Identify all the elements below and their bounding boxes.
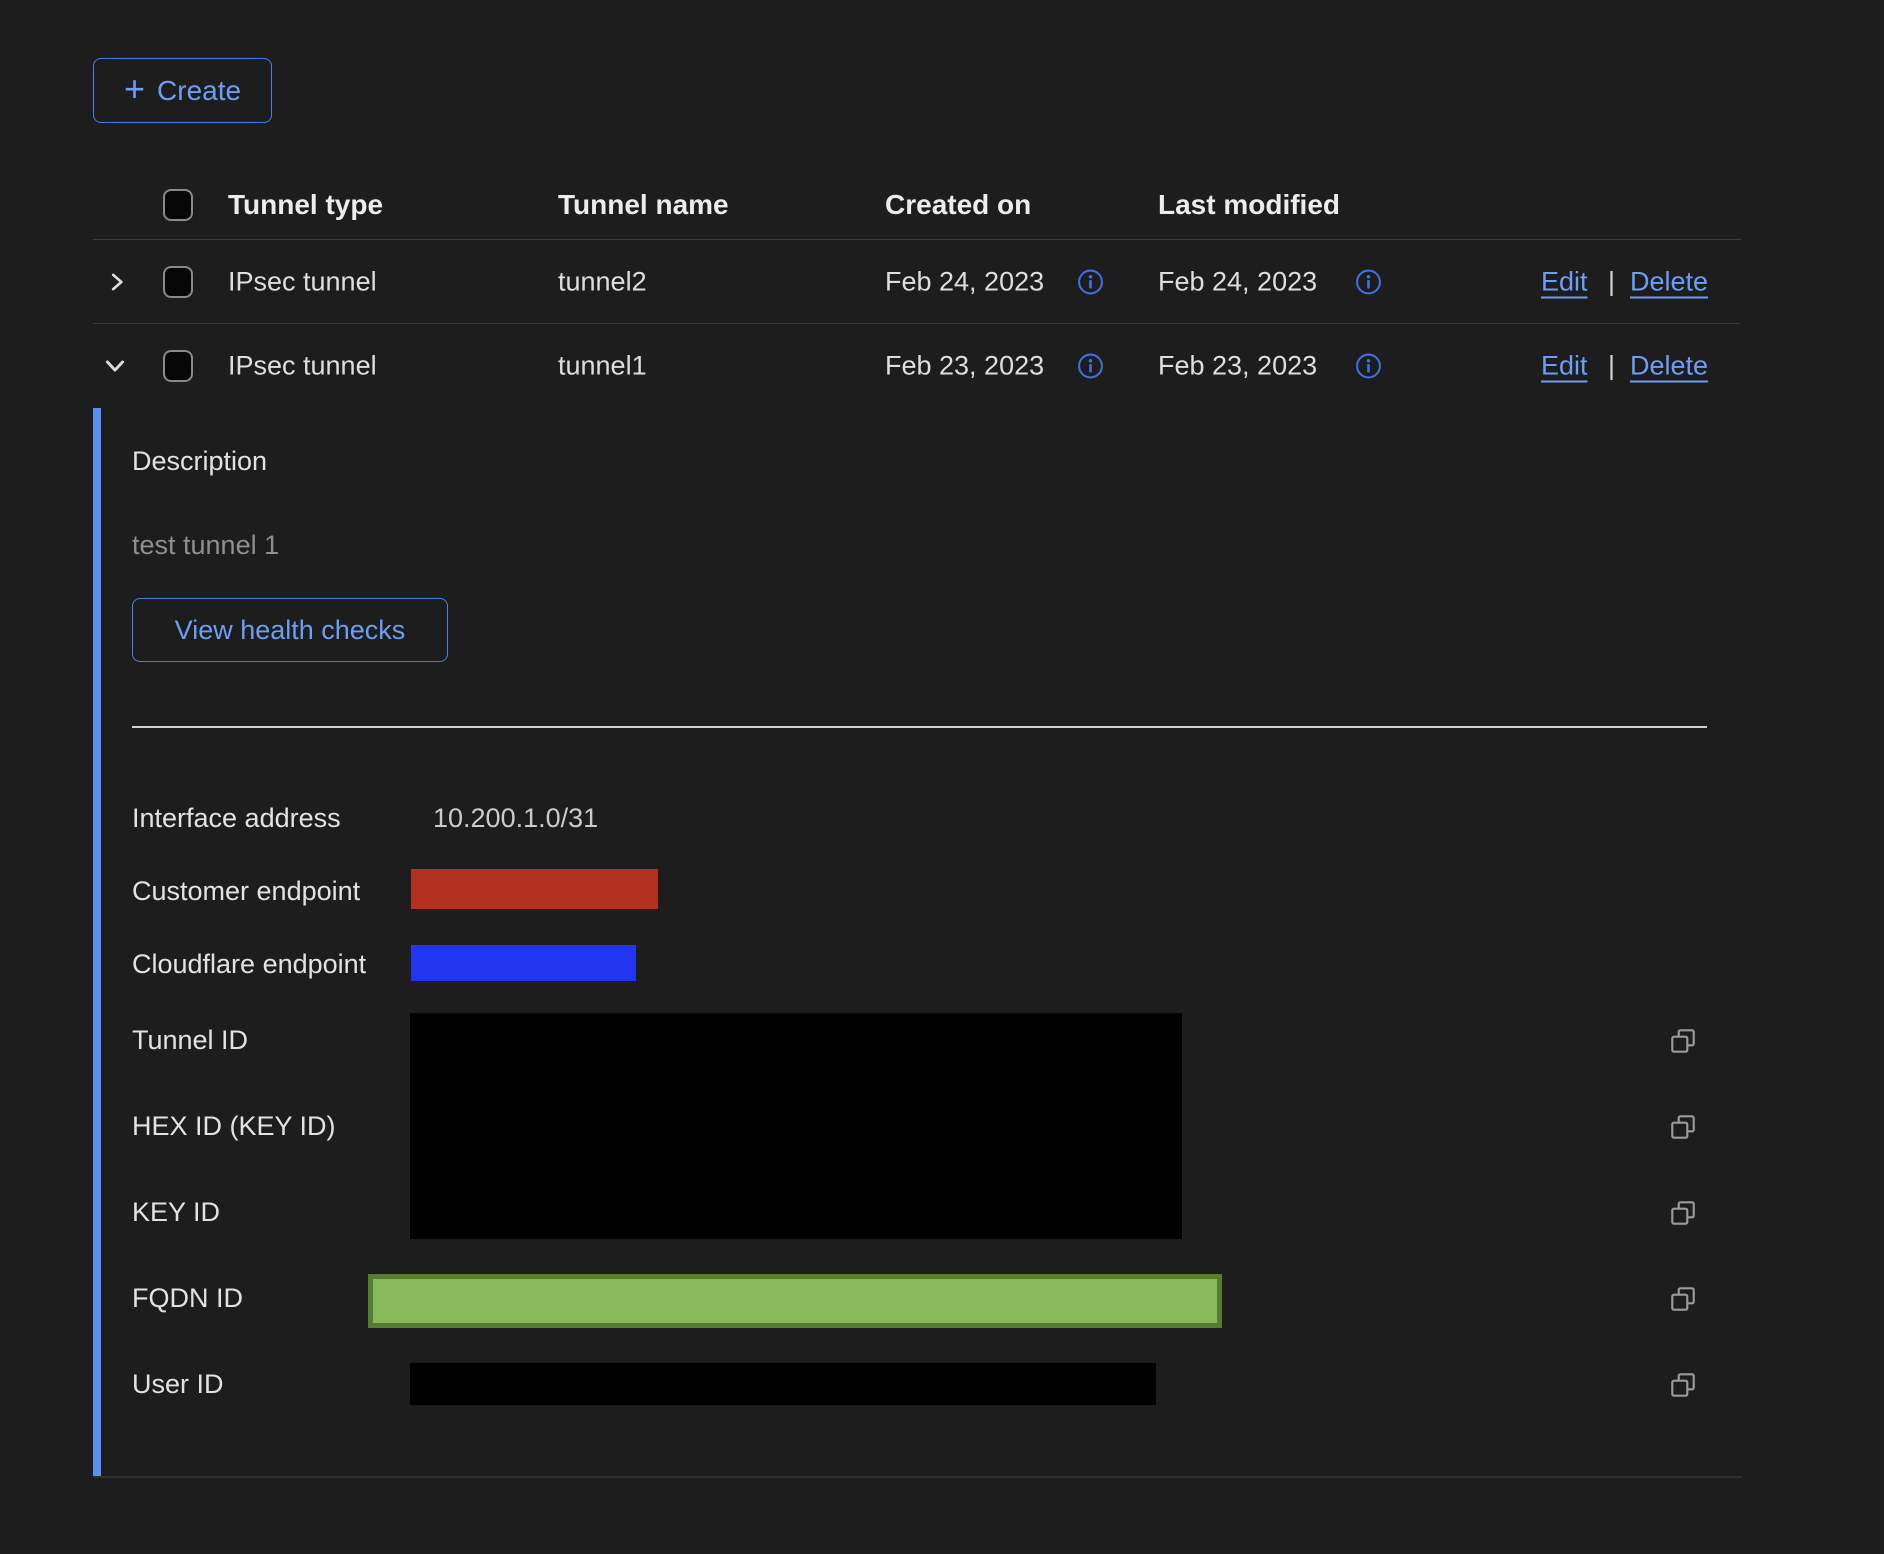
user-id-label: User ID xyxy=(132,1369,224,1400)
table-header-row: Tunnel type Tunnel name Created on Last … xyxy=(93,170,1741,240)
create-button[interactable]: + Create xyxy=(93,58,272,123)
hex-id-label: HEX ID (KEY ID) xyxy=(132,1111,336,1142)
section-divider xyxy=(132,726,1707,728)
customer-endpoint-redacted-value xyxy=(411,869,658,909)
cloudflare-endpoint-redacted-value xyxy=(411,945,636,981)
tunnel-name-cell: tunnel2 xyxy=(558,267,647,298)
created-on-cell: Feb 24, 2023 xyxy=(885,267,1044,298)
collapse-chevron-down-icon[interactable] xyxy=(102,353,128,379)
info-icon[interactable] xyxy=(1077,353,1104,380)
created-on-cell: Feb 23, 2023 xyxy=(885,351,1044,382)
description-label: Description xyxy=(132,446,267,477)
create-button-label: Create xyxy=(157,75,241,107)
tunnel-type-cell: IPsec tunnel xyxy=(228,267,377,298)
info-icon[interactable] xyxy=(1355,269,1382,296)
expanded-tunnel-panel: Description test tunnel 1 View health ch… xyxy=(93,408,1741,1478)
info-icon[interactable] xyxy=(1077,269,1104,296)
row-checkbox[interactable] xyxy=(163,266,193,298)
link-separator: | xyxy=(1608,267,1615,298)
table-row: IPsec tunnel tunnel2 Feb 24, 2023 Feb 24… xyxy=(93,240,1741,324)
fqdn-id-label: FQDN ID xyxy=(132,1283,243,1314)
edit-link[interactable]: Edit xyxy=(1541,351,1588,382)
cloudflare-endpoint-label: Cloudflare endpoint xyxy=(132,949,366,980)
key-id-label: KEY ID xyxy=(132,1197,220,1228)
last-modified-cell: Feb 24, 2023 xyxy=(1158,267,1317,298)
interface-address-value: 10.200.1.0/31 xyxy=(433,803,598,834)
interface-address-label: Interface address xyxy=(132,803,341,834)
column-header-tunnel-name: Tunnel name xyxy=(558,189,729,221)
tunnel-type-cell: IPsec tunnel xyxy=(228,351,377,382)
last-modified-cell: Feb 23, 2023 xyxy=(1158,351,1317,382)
delete-link[interactable]: Delete xyxy=(1630,351,1708,382)
column-header-created-on: Created on xyxy=(885,189,1031,221)
copy-icon[interactable] xyxy=(1668,1026,1698,1056)
copy-icon[interactable] xyxy=(1668,1112,1698,1142)
tunnel-id-hex-id-key-id-redacted-values xyxy=(410,1013,1182,1239)
table-bottom-divider xyxy=(93,1476,1742,1478)
tunnel-id-label: Tunnel ID xyxy=(132,1025,248,1056)
tunnel-name-cell: tunnel1 xyxy=(558,351,647,382)
expanded-row-accent-bar xyxy=(93,408,101,1478)
column-header-last-modified: Last modified xyxy=(1158,189,1340,221)
edit-link[interactable]: Edit xyxy=(1541,267,1588,298)
user-id-redacted-value xyxy=(410,1363,1156,1405)
view-health-checks-button[interactable]: View health checks xyxy=(132,598,448,662)
copy-icon[interactable] xyxy=(1668,1198,1698,1228)
description-value: test tunnel 1 xyxy=(132,530,279,561)
customer-endpoint-label: Customer endpoint xyxy=(132,876,360,907)
delete-link[interactable]: Delete xyxy=(1630,267,1708,298)
link-separator: | xyxy=(1608,351,1615,382)
select-all-checkbox[interactable] xyxy=(163,189,193,221)
fqdn-id-redacted-value xyxy=(368,1274,1222,1328)
expand-chevron-right-icon[interactable] xyxy=(105,270,129,294)
copy-icon[interactable] xyxy=(1668,1284,1698,1314)
row-checkbox[interactable] xyxy=(163,350,193,382)
table-row: IPsec tunnel tunnel1 Feb 23, 2023 Feb 23… xyxy=(93,324,1741,408)
copy-icon[interactable] xyxy=(1668,1370,1698,1400)
column-header-tunnel-type: Tunnel type xyxy=(228,189,383,221)
info-icon[interactable] xyxy=(1355,353,1382,380)
